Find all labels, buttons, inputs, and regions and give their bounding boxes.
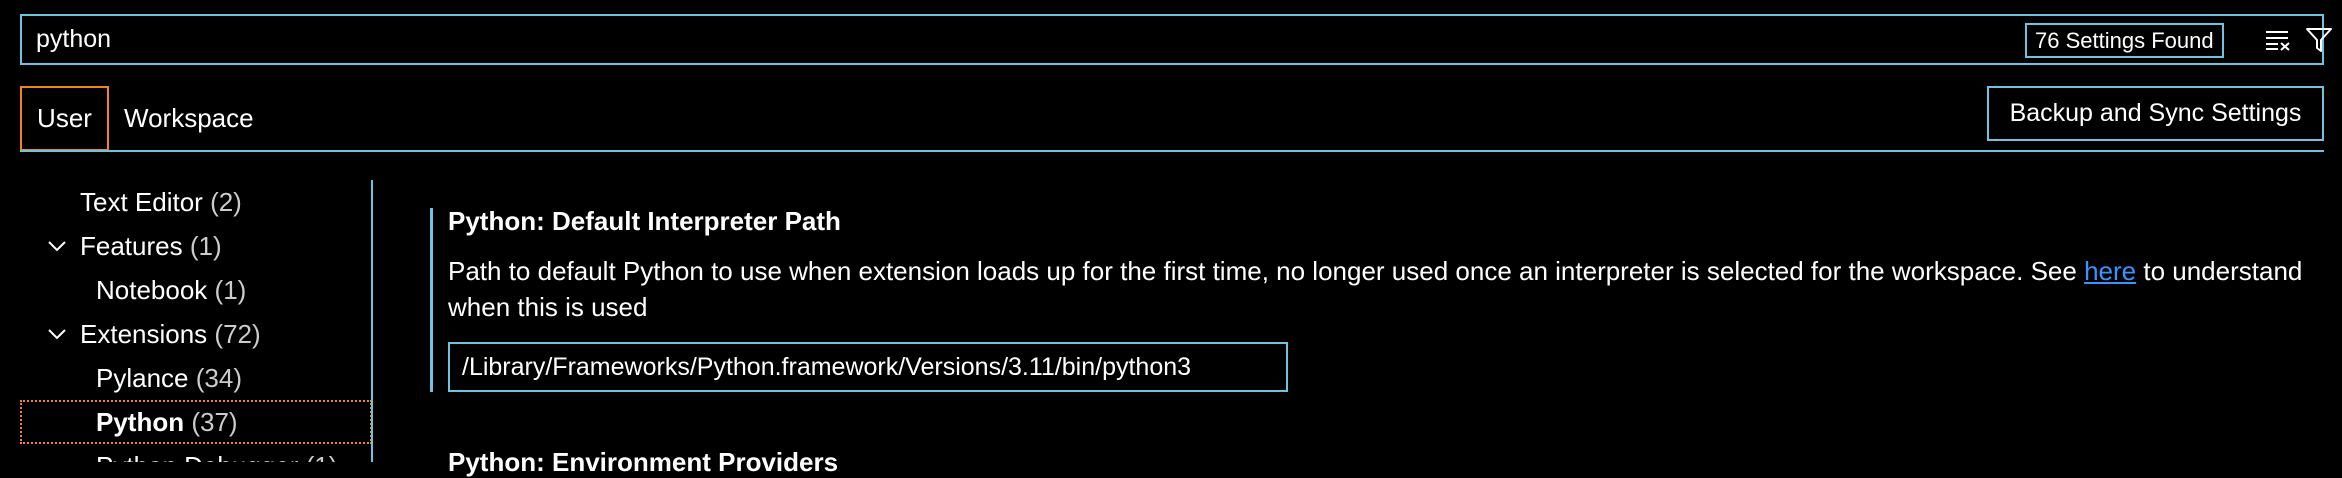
- next-setting-title: Python: Environment Providers: [448, 447, 839, 477]
- toc-item-label: Python: [96, 407, 185, 437]
- toc-item-label: Features: [80, 231, 183, 261]
- search-input[interactable]: [34, 16, 2014, 63]
- toc-item-count: (2): [210, 187, 242, 217]
- chevron-down-icon: [48, 241, 66, 252]
- toc-item-label: Extensions: [80, 319, 208, 349]
- toc-item-python[interactable]: Python (37): [20, 400, 372, 444]
- toc-item-features[interactable]: Features (1): [20, 224, 372, 268]
- clear-all-icon: [2266, 31, 2290, 51]
- toc-item-count: (1): [306, 451, 338, 462]
- toc-item-pylance[interactable]: Pylance (34): [20, 356, 372, 400]
- filter-icon: [2306, 28, 2332, 52]
- results-count-badge: 76 Settings Found: [2025, 23, 2224, 58]
- tab-user[interactable]: User: [20, 86, 109, 151]
- here-link[interactable]: here: [2084, 256, 2136, 286]
- backup-sync-settings-button[interactable]: Backup and Sync Settings: [1987, 86, 2324, 141]
- toc-item-label: Pylance: [96, 363, 189, 393]
- toc-item-notebook[interactable]: Notebook (1): [20, 268, 372, 312]
- toc-item-label: Text Editor: [80, 187, 203, 217]
- tab-workspace[interactable]: Workspace: [124, 86, 254, 151]
- settings-toc-tree: Text Editor (2) Features (1) Notebook (1…: [20, 180, 372, 462]
- toc-item-count: (37): [191, 407, 238, 437]
- filter-settings-button[interactable]: [2302, 24, 2336, 56]
- default-interpreter-path-input[interactable]: [448, 342, 1288, 392]
- toc-item-label: Python Debugger: [96, 451, 298, 462]
- toc-item-count: (1): [214, 275, 247, 305]
- setting-description: Path to default Python to use when exten…: [448, 256, 2303, 322]
- toc-item-extensions[interactable]: Extensions (72): [20, 312, 372, 356]
- toc-item-python-debugger[interactable]: Python Debugger (1): [20, 444, 372, 462]
- toc-splitter[interactable]: [371, 180, 373, 462]
- clear-search-button[interactable]: [2261, 24, 2295, 56]
- toc-item-count: (1): [189, 231, 222, 261]
- toc-item-text-editor[interactable]: Text Editor (2): [20, 180, 372, 224]
- toc-item-label: Notebook: [96, 275, 208, 305]
- chevron-down-icon: [48, 329, 66, 340]
- header-divider: [20, 150, 2324, 152]
- setting-title: Python: Default Interpreter Path: [448, 206, 841, 236]
- toc-item-count: (72): [214, 319, 261, 349]
- focused-setting-indicator: [430, 208, 433, 392]
- settings-search-box[interactable]: 76 Settings Found: [20, 14, 2332, 65]
- toc-item-count: (34): [195, 363, 242, 393]
